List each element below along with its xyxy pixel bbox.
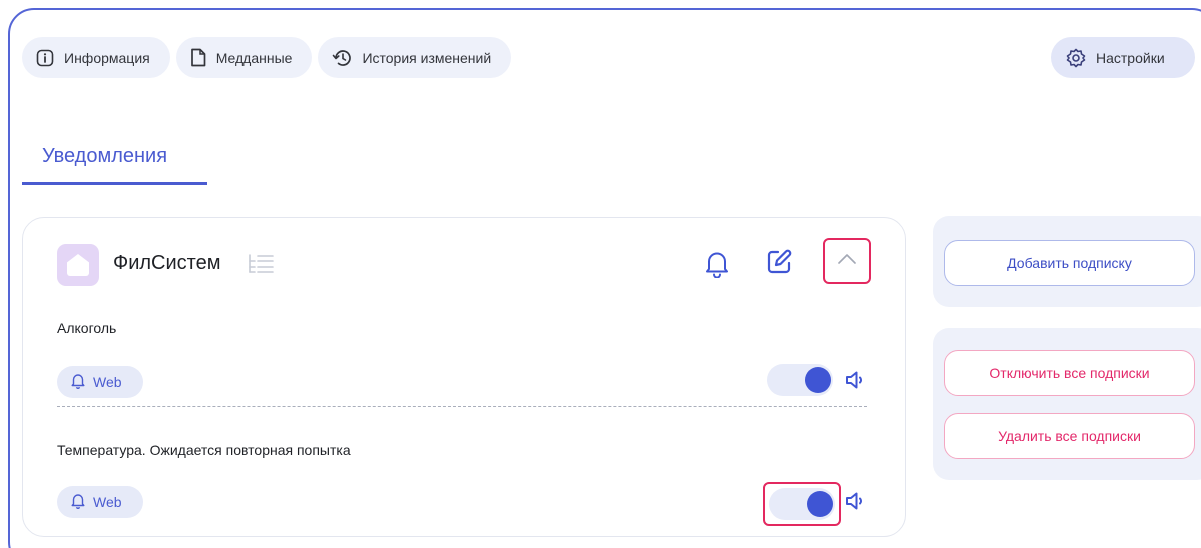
divider bbox=[57, 406, 867, 407]
tab-information-label: Информация bbox=[64, 49, 150, 66]
tab-history-label: История изменений bbox=[362, 49, 492, 66]
bell-icon bbox=[71, 493, 85, 512]
tab-information[interactable]: Информация bbox=[22, 37, 170, 78]
history-icon bbox=[332, 49, 352, 67]
toggle-knob bbox=[805, 367, 831, 393]
tab-meddata[interactable]: Медданные bbox=[175, 37, 313, 78]
channel-label: Web bbox=[93, 374, 122, 390]
document-icon bbox=[190, 48, 206, 67]
subscription-toggle[interactable] bbox=[769, 488, 835, 520]
sound-icon[interactable] bbox=[845, 490, 867, 517]
channel-label: Web bbox=[93, 494, 122, 510]
sound-icon[interactable] bbox=[845, 369, 867, 396]
subscription-card: ФилСистем Алкоголь Web Температура. Ожид… bbox=[22, 217, 906, 537]
subscription-name: Температура. Ожидается повторная попытка bbox=[57, 442, 351, 458]
channel-badge: Web bbox=[57, 366, 143, 398]
settings-label: Настройки bbox=[1096, 49, 1165, 66]
tab-meddata-label: Медданные bbox=[215, 49, 293, 66]
bell-icon[interactable] bbox=[705, 250, 729, 283]
organization-logo bbox=[57, 244, 99, 286]
card-title: ФилСистем bbox=[113, 252, 221, 274]
bulk-actions-panel: Отключить все подписки Удалить все подпи… bbox=[933, 328, 1201, 480]
tree-list-icon[interactable] bbox=[247, 252, 275, 281]
actions-panel: Добавить подписку bbox=[933, 216, 1201, 307]
toggle-knob bbox=[807, 491, 833, 517]
house-icon bbox=[67, 254, 89, 276]
edit-icon[interactable] bbox=[765, 248, 793, 281]
channel-badge: Web bbox=[57, 486, 143, 518]
bell-icon bbox=[71, 373, 85, 392]
collapse-button[interactable] bbox=[823, 238, 871, 284]
top-tabs: Информация Медданные История изменений bbox=[22, 37, 512, 78]
tab-notifications-label: Уведомления bbox=[42, 145, 168, 167]
disable-all-button[interactable]: Отключить все подписки bbox=[944, 350, 1195, 396]
chevron-up-icon bbox=[837, 252, 857, 270]
add-subscription-button[interactable]: Добавить подписку bbox=[944, 240, 1195, 286]
subscription-toggle[interactable] bbox=[767, 364, 833, 396]
settings-button[interactable]: Настройки bbox=[1051, 37, 1195, 78]
tab-history[interactable]: История изменений bbox=[318, 37, 512, 78]
gear-icon bbox=[1066, 48, 1086, 68]
subscription-name: Алкоголь bbox=[57, 320, 117, 336]
delete-all-button[interactable]: Удалить все подписки bbox=[944, 413, 1195, 459]
info-icon bbox=[36, 49, 54, 67]
tab-notifications[interactable]: Уведомления bbox=[22, 140, 207, 185]
